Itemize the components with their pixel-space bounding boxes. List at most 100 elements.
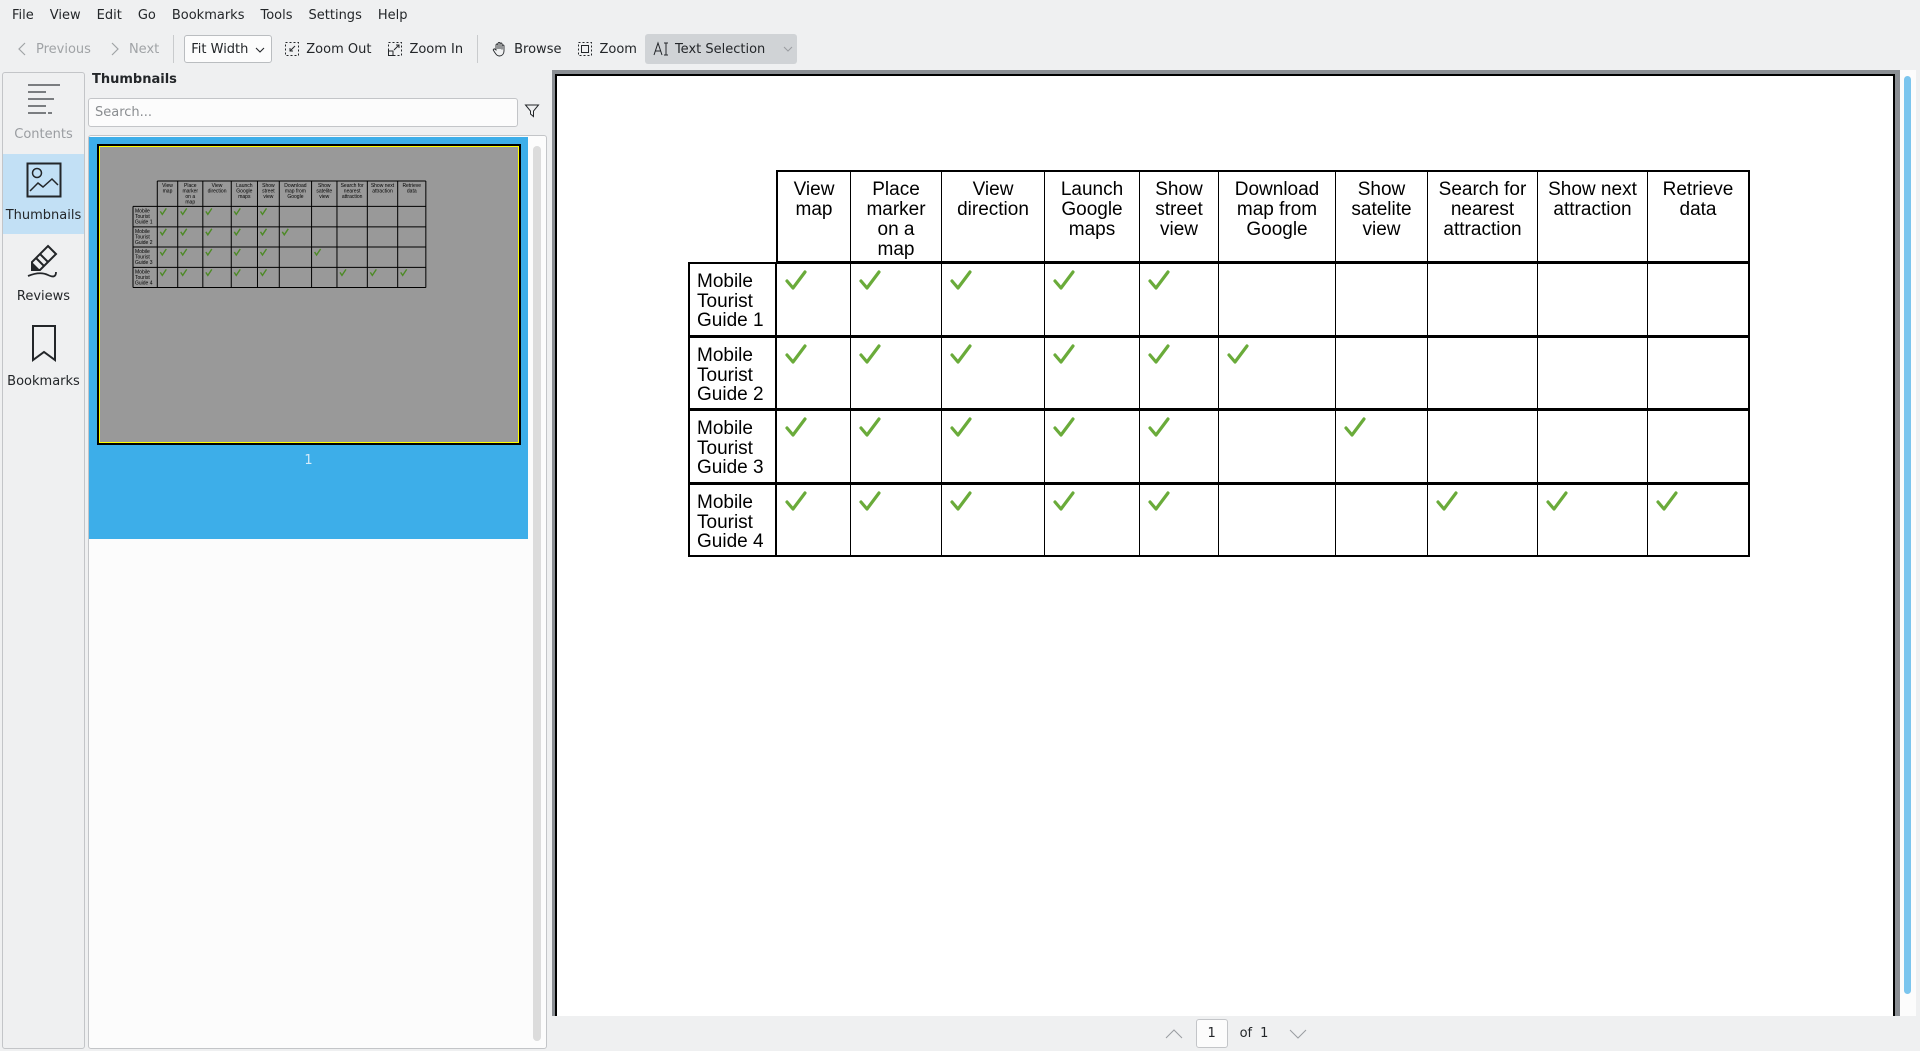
page-of-label: of [1239,1026,1253,1041]
reviews-icon [26,243,62,283]
thumbnail-checkmark [180,268,188,277]
thumbnail-checkmark [233,228,241,237]
checkmark-icon [950,491,972,513]
table-cell [1044,336,1140,410]
thumbnail-search-input[interactable]: Search... [88,98,518,127]
zoom-select-icon [577,41,593,57]
thumbnail-page-1[interactable]: View map Place marker on a map View direction La… [89,137,528,539]
page-number-input[interactable]: 1 [1195,1019,1228,1048]
menu-bookmarks[interactable]: Bookmarks [164,8,253,23]
menu-go[interactable]: Go [130,8,164,23]
document-scrollbar[interactable] [1900,70,1916,1016]
chevron-right-icon [107,41,123,57]
bookmarks-icon [26,324,62,368]
row-header: Mobile Tourist Guide 3 [688,409,777,484]
table-cell [1537,483,1648,557]
chevron-down-icon[interactable] [783,46,793,52]
checkmark-icon [1053,270,1075,292]
menu-file[interactable]: File [4,8,42,23]
checkmark-icon [859,270,881,292]
thumbnails-panel: Thumbnails Search... View map Place marker o… [88,68,548,1049]
row-header-text: Mobile Tourist Guide 4 [697,492,764,552]
thumbnails-icon [26,162,62,202]
thumbnail-checkmark [259,248,268,257]
chevron-down-icon [1290,1029,1307,1039]
thumbnail-header-text: attraction [372,189,393,195]
thumbnail-checkmark [205,248,213,257]
thumbnail-row-text: Guide 4 [135,280,153,286]
checkmark-icon [859,417,881,439]
table-cell [1218,336,1336,410]
sidebar-item-bookmarks[interactable]: Bookmarks [3,316,84,396]
menu-tools[interactable]: Tools [252,8,300,23]
menu-help[interactable]: Help [370,8,416,23]
thumbnail-checkmark [180,248,188,257]
next-button[interactable]: Next [99,34,167,64]
thumbnail-checkmark [180,228,188,237]
thumbnail-checkmark [205,208,213,216]
chevron-up-icon [1165,1028,1182,1038]
column-header-text: Show street view [1155,179,1203,240]
menu-settings[interactable]: Settings [301,8,370,23]
next-page-button[interactable] [1288,1024,1308,1044]
document-view: View map Place marker on a map View direction La… [552,70,1900,1016]
contents-icon [26,81,62,121]
menu-edit[interactable]: Edit [89,8,130,23]
scrollbar-thumb[interactable] [1904,76,1911,994]
column-header-text: Place marker on a map [866,179,926,260]
table-cell [1044,262,1140,337]
checkmark-icon [1656,491,1678,513]
table-cell [1335,483,1428,557]
table-cell [1218,483,1336,557]
thumbnail-scrollbar[interactable] [533,146,541,1041]
table-cell [776,336,851,410]
sidebar-item-contents[interactable]: Contents [3,73,84,153]
previous-page-button[interactable] [1164,1024,1184,1044]
zoom-out-label: Zoom Out [306,41,372,57]
zoom-mode-value: Fit Width [191,41,249,57]
table-cell [1647,336,1750,410]
thumbnail-checkmark [233,268,241,277]
column-header: Show next attraction [1537,170,1648,263]
toolbar-separator [173,35,175,63]
page-navigation-bar: 1 of 1 [552,1016,1920,1051]
thumbnail-header-text: view [319,194,329,200]
column-header: Place marker on a map [850,170,942,263]
thumbnail-checkmark [159,248,167,257]
zoom-tool-button[interactable]: Zoom [569,34,644,64]
thumbnail-checkmark [369,268,377,277]
main-toolbar: Previous Next Fit Width Zoom Out Zoom In… [0,32,1920,66]
table-cell [941,409,1045,484]
column-header-text: Launch Google maps [1060,179,1124,240]
text-selection-tool-button[interactable]: Text Selection [644,34,798,64]
thumbnail-header-text: attraction [342,194,363,200]
thumbnail-checkmark [159,228,167,237]
sidebar-item-reviews[interactable]: Reviews [3,235,84,315]
previous-label: Previous [36,41,91,57]
checkmark-icon [1053,417,1075,439]
table-cell [1044,409,1140,484]
table-cell [1139,262,1219,337]
browse-tool-button[interactable]: Browse [484,34,569,64]
checkmark-icon [1053,491,1075,513]
filter-icon[interactable] [524,103,544,123]
column-header-text: Search for nearest attraction [1438,179,1527,240]
menu-view[interactable]: View [42,8,89,23]
table-cell [1044,483,1140,557]
row-header: Mobile Tourist Guide 2 [688,336,777,410]
checkmark-icon [859,344,881,366]
table-cell [1139,483,1219,557]
table-cell [1647,409,1750,484]
thumbnail-list: View map Place marker on a map View direction La… [88,135,547,1049]
sidebar-item-thumbnails[interactable]: Thumbnails [3,154,84,234]
zoom-mode-select[interactable]: Fit Width [184,35,273,63]
row-header-text: Mobile Tourist Guide 1 [697,271,764,331]
table-cell [850,483,942,557]
toolbar-separator [477,35,479,63]
previous-button[interactable]: Previous [6,34,99,64]
table-cell [850,409,942,484]
text-selection-label: Text Selection [674,41,766,57]
zoom-out-button[interactable]: Zoom Out [276,34,379,64]
column-header: Search for nearest attraction [1427,170,1538,263]
zoom-in-button[interactable]: Zoom In [379,34,471,64]
